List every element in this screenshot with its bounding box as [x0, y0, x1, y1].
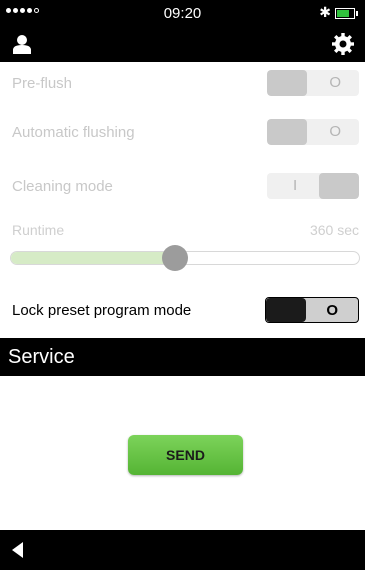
toggle-state-text: O: [329, 123, 341, 140]
runtime-slider[interactable]: [10, 245, 360, 271]
automatic-flushing-toggle[interactable]: O: [267, 119, 359, 145]
toggle-state-text: O: [326, 302, 338, 319]
service-section-header: Service: [0, 338, 365, 376]
runtime-value: 360 sec: [309, 222, 359, 238]
battery-icon: [335, 8, 358, 19]
bluetooth-icon: ✱: [319, 4, 331, 20]
status-time: 09:20: [163, 5, 202, 22]
runtime-label: Runtime: [12, 222, 65, 238]
slider-thumb[interactable]: [161, 245, 188, 271]
send-button[interactable]: SEND: [128, 435, 243, 475]
user-icon[interactable]: [12, 34, 32, 54]
toggle-knob: [319, 173, 359, 199]
status-bar: 09:20 ✱: [0, 0, 365, 26]
toggle-knob: [266, 298, 306, 322]
lock-preset-toggle[interactable]: O: [265, 297, 359, 323]
toggle-knob: [267, 119, 307, 145]
pre-flush-row: Pre-flush O: [0, 63, 365, 103]
toggle-state-text: O: [329, 74, 341, 91]
toggle-state-text: I: [293, 177, 298, 194]
lock-preset-row: Lock preset program mode O: [0, 290, 365, 330]
cleaning-mode-row: Cleaning mode I: [0, 166, 365, 206]
top-nav-bar: [0, 26, 365, 62]
lock-preset-label: Lock preset program mode: [12, 302, 192, 319]
service-title: Service: [8, 346, 75, 368]
pre-flush-toggle[interactable]: O: [267, 70, 359, 96]
toggle-knob: [267, 70, 307, 96]
automatic-flushing-row: Automatic flushing O: [0, 112, 365, 152]
cleaning-mode-label: Cleaning mode: [12, 178, 113, 195]
pre-flush-label: Pre-flush: [12, 75, 73, 92]
gear-icon[interactable]: [331, 32, 355, 56]
bottom-nav-bar: [0, 530, 365, 570]
cleaning-mode-toggle[interactable]: I: [267, 173, 359, 199]
slider-fill: [11, 252, 175, 264]
automatic-flushing-label: Automatic flushing: [12, 124, 135, 141]
back-arrow-icon[interactable]: [12, 542, 23, 558]
